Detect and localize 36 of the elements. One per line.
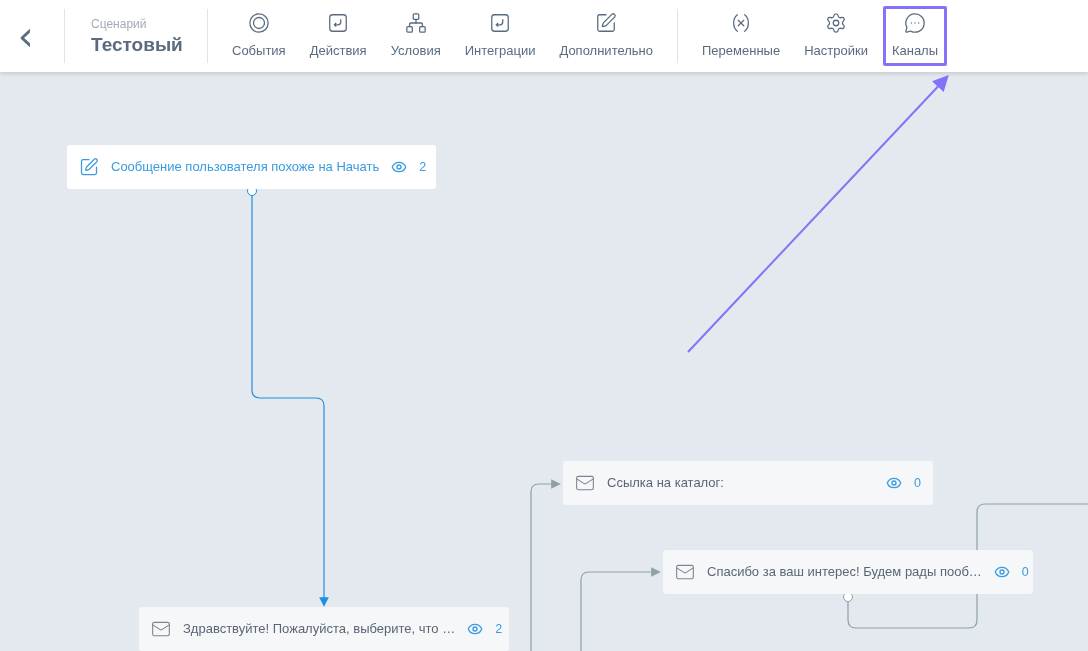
pencil-icon (595, 11, 618, 34)
envelope-icon (575, 473, 595, 493)
toolbar-tab[interactable]: События (223, 5, 295, 67)
scenario-node[interactable]: Ссылка на каталог: 0 (563, 461, 933, 505)
toolbar-tab[interactable]: Переменные (693, 5, 790, 67)
scenario-name: Тестовый (91, 33, 184, 57)
eye-icon (467, 621, 484, 637)
eye-icon (993, 564, 1010, 580)
view-count: 0 (914, 474, 921, 492)
node-text: Спасибо за ваш интерес! Будем рады пооб… (707, 563, 982, 582)
toolbar-tab[interactable]: Дополнительно (550, 5, 662, 67)
envelope-icon (151, 619, 171, 639)
node-text: Здравствуйте! Пожалуйста, выберите, что … (183, 620, 456, 639)
toolbar-tab[interactable]: Интеграции (455, 5, 545, 67)
toolbar-tab[interactable]: Каналы (882, 5, 948, 67)
scenario-node[interactable]: Спасибо за ваш интерес! Будем рады пооб… 0 (663, 550, 1033, 594)
settings-icon (825, 11, 848, 34)
pencil-icon (79, 157, 99, 177)
envelope-icon (675, 562, 695, 582)
chat-bubble-icon (904, 11, 926, 34)
toolbar-tab[interactable]: Настройки (795, 5, 877, 67)
eye-icon (886, 475, 903, 491)
scenario-node[interactable]: Сообщение пользователя похоже на Начать 2 (67, 145, 436, 189)
view-count: 2 (495, 620, 503, 638)
view-count: 0 (1021, 563, 1029, 581)
eye-icon (391, 159, 408, 175)
node-text: Сообщение пользователя похоже на Начать (111, 158, 380, 177)
back-button[interactable]: ‹ (0, 16, 52, 56)
node-text: Ссылка на каталог: (607, 474, 725, 493)
double-circle-icon (247, 11, 270, 34)
branch-icon (404, 11, 427, 34)
scenario-label: Сценарий (91, 16, 148, 34)
view-count: 2 (419, 158, 427, 176)
scenario-node[interactable]: Здравствуйте! Пожалуйста, выберите, что … 2 (139, 607, 509, 651)
toolbar-tab[interactable]: Действия (300, 5, 376, 67)
toolbar-tab[interactable]: Условия (381, 5, 450, 67)
